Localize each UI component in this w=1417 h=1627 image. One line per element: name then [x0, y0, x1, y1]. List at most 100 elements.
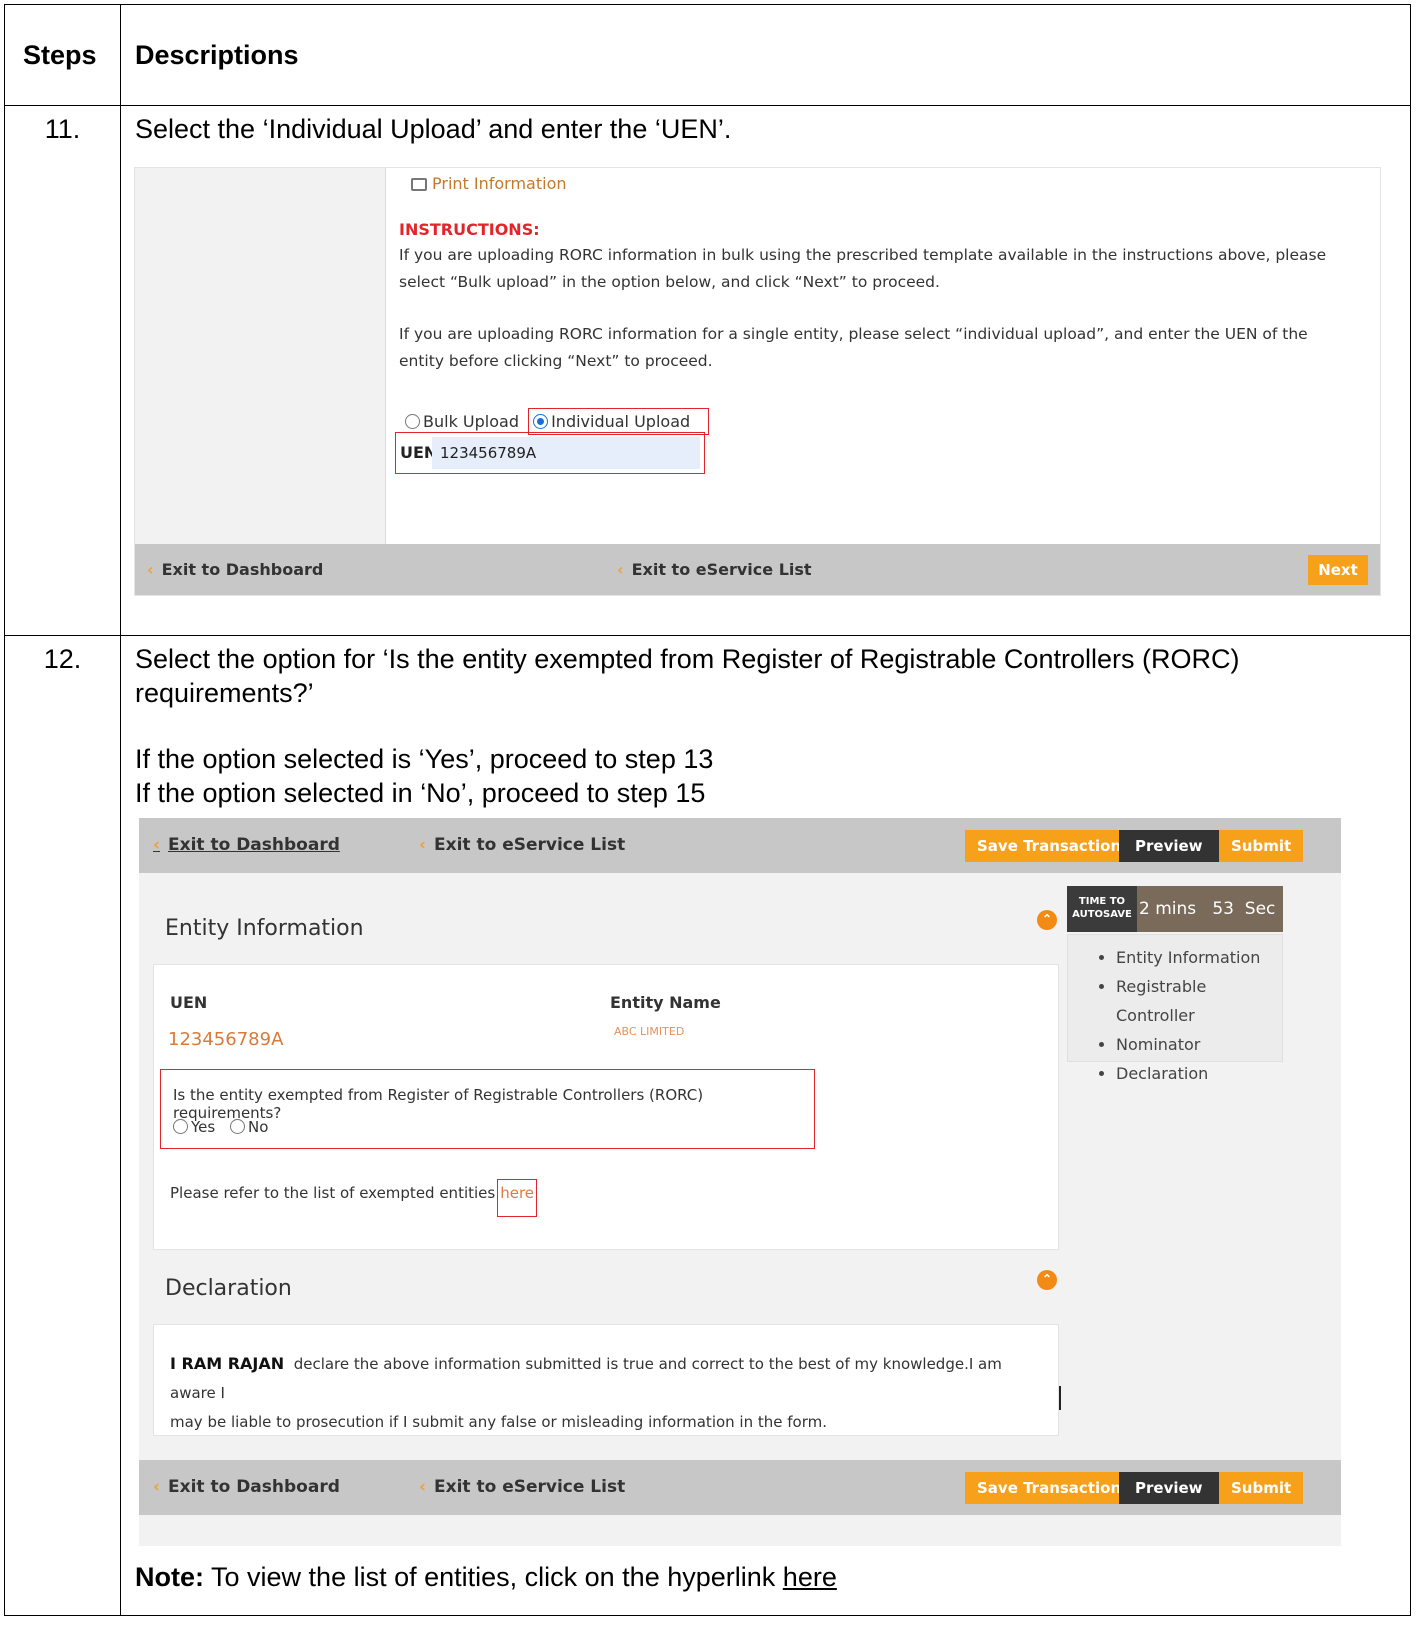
table-row: 12. Select the option for ‘Is the entity… [4, 635, 1411, 1616]
upload-type-options: Bulk Upload Individual Upload [405, 408, 710, 435]
individual-upload-label: Individual Upload [551, 412, 691, 431]
step-description: Select the option for ‘Is the entity exe… [120, 635, 1411, 1616]
exit-eservice-link[interactable]: ‹ Exit to eService List [419, 1477, 625, 1497]
upload-form: Print Information INSTRUCTIONS: If you a… [395, 168, 1369, 544]
timer-label: TIME TO AUTOSAVE [1067, 886, 1137, 932]
note: Note: To view the list of entities, clic… [135, 1562, 1396, 1593]
autosave-timer: TIME TO AUTOSAVE 2 mins 53 Sec [1067, 886, 1283, 932]
entity-card: UEN 123456789A Entity Name ABC LIMITED I… [153, 964, 1059, 1250]
header-steps: Steps [4, 4, 121, 106]
chevron-left-icon: ‹ [153, 835, 161, 855]
para-line: entity before clicking “Next” to proceed… [399, 352, 713, 370]
bulk-upload-option[interactable]: Bulk Upload [405, 412, 519, 431]
collapse-icon[interactable]: ⌃ [1037, 910, 1057, 930]
uen-input[interactable] [432, 437, 700, 469]
declaration-title: Declaration [165, 1276, 292, 1301]
instruction-document: Steps Descriptions 11. Select the ‘Indiv… [4, 4, 1411, 1627]
text-cursor [1059, 1386, 1065, 1410]
step-number: 12. [4, 635, 121, 1616]
no-radio[interactable] [230, 1119, 245, 1134]
step-yes-line: If the option selected is ‘Yes’, proceed… [135, 744, 714, 774]
steps-table: Steps Descriptions 11. Select the ‘Indiv… [4, 4, 1411, 1616]
exit-dashboard-label: Exit to Dashboard [168, 835, 340, 855]
collapse-icon[interactable]: ⌃ [1037, 1270, 1057, 1290]
step-text-line: Select the option for ‘Is the entity exe… [135, 644, 1240, 674]
yes-label: Yes [191, 1118, 216, 1136]
reference-text: Please refer to the list of exempted ent… [170, 1184, 496, 1202]
para-line: select “Bulk upload” in the option below… [399, 273, 940, 291]
toc-entity-information[interactable]: Entity Information [1116, 943, 1282, 972]
note-text: To view the list of entities, click on t… [211, 1562, 776, 1592]
header-descriptions: Descriptions [120, 4, 1411, 106]
chevron-left-icon: ‹ [147, 560, 154, 579]
exemption-options: Yes No [173, 1118, 268, 1136]
preview-button[interactable]: Preview [1119, 830, 1219, 862]
section-navigation: Entity Information Registrable Controlle… [1067, 934, 1283, 1083]
exit-dashboard-link[interactable]: ‹ Exit to Dashboard [153, 835, 340, 855]
submit-button[interactable]: Submit [1219, 830, 1304, 862]
step-text: Select the ‘Individual Upload’ and enter… [135, 114, 732, 144]
exit-eservice-link[interactable]: ‹ Exit to eService List [617, 560, 812, 579]
note-label: Note: [135, 1562, 204, 1592]
uen-value: 123456789A [168, 1029, 284, 1050]
exit-dashboard-label: Exit to Dashboard [168, 1477, 340, 1497]
uen-field-highlight: UEN [395, 432, 705, 474]
bulk-upload-label: Bulk Upload [423, 412, 519, 431]
yes-option[interactable]: Yes [173, 1118, 215, 1136]
chevron-left-icon: ‹ [617, 560, 624, 579]
declaration-line: may be liable to prosecution if I submit… [170, 1413, 828, 1431]
print-label: Print Information [432, 174, 567, 193]
timer-value: 2 mins 53 Sec [1139, 899, 1276, 919]
save-transaction-button[interactable]: Save Transaction [965, 1472, 1134, 1504]
yes-radio[interactable] [173, 1119, 188, 1134]
individual-upload-radio[interactable] [533, 414, 549, 429]
timer-label-line: AUTOSAVE [1072, 909, 1132, 920]
side-panel [135, 168, 386, 544]
entity-name-value: ABC LIMITED [614, 1025, 685, 1038]
toc-registrable-controller[interactable]: Registrable Controller [1116, 972, 1282, 1030]
preview-button[interactable]: Preview [1119, 1472, 1219, 1504]
top-nav-bar: ‹ Exit to Dashboard ‹ Exit to eService Lis… [139, 818, 1341, 873]
step-description: Select the ‘Individual Upload’ and enter… [120, 105, 1411, 636]
declaration-card: I RAM RAJAN declare the above informatio… [153, 1324, 1059, 1436]
step-number: 11. [4, 105, 121, 636]
printer-icon [411, 178, 427, 191]
exit-eservice-label: Exit to eService List [434, 1477, 626, 1497]
bottom-nav-bar: ‹ Exit to Dashboard ‹ Exit to eService Lis… [139, 1460, 1341, 1515]
form-screenshot: ‹ Exit to Dashboard ‹ Exit to eService Lis… [139, 818, 1341, 1546]
uen-label: UEN [170, 993, 208, 1012]
declarant-name: I RAM RAJAN [170, 1354, 285, 1373]
entity-information-title: Entity Information [165, 916, 364, 941]
individual-upload-option[interactable]: Individual Upload [528, 408, 710, 435]
save-transaction-button[interactable]: Save Transaction [965, 830, 1134, 862]
exemption-question-highlight: Is the entity exempted from Register of … [160, 1069, 815, 1149]
entities-hyperlink[interactable]: here [783, 1562, 837, 1592]
bulk-upload-radio[interactable] [405, 414, 420, 429]
declaration-text: I RAM RAJAN declare the above informatio… [170, 1349, 1050, 1437]
no-label: No [248, 1118, 269, 1136]
para-line: If you are uploading RORC information in… [399, 246, 1327, 264]
toc-nominator[interactable]: Nominator [1116, 1030, 1282, 1059]
exit-eservice-label: Exit to eService List [631, 560, 812, 579]
exit-eservice-link[interactable]: ‹ Exit to eService List [419, 835, 625, 855]
table-header-row: Steps Descriptions [4, 4, 1411, 106]
chevron-left-icon: ‹ [419, 1477, 427, 1497]
exemption-question: Is the entity exempted from Register of … [173, 1086, 704, 1122]
exempted-list-link[interactable]: here [497, 1179, 538, 1217]
print-information-link[interactable]: Print Information [411, 174, 567, 193]
next-button[interactable]: Next [1308, 555, 1368, 585]
exempted-list-reference: Please refer to the list of exempted ent… [170, 1179, 538, 1217]
instructions-para-2: If you are uploading RORC information fo… [399, 321, 1359, 375]
bottom-nav-bar: ‹ Exit to Dashboard ‹ Exit to eService Lis… [135, 544, 1380, 595]
exit-dashboard-link[interactable]: ‹ Exit to Dashboard [153, 1477, 340, 1497]
no-option[interactable]: No [230, 1118, 268, 1136]
chevron-left-icon: ‹ [419, 835, 427, 855]
toc-declaration[interactable]: Declaration [1116, 1059, 1282, 1088]
para-line: If you are uploading RORC information fo… [399, 325, 1308, 343]
exit-eservice-label: Exit to eService List [434, 835, 626, 855]
timer-label-line: TIME TO [1078, 896, 1126, 907]
submit-button[interactable]: Submit [1219, 1472, 1304, 1504]
exit-dashboard-link[interactable]: ‹ Exit to Dashboard [147, 560, 323, 579]
step-no-line: If the option selected in ‘No’, proceed … [135, 778, 706, 808]
table-row: 11. Select the ‘Individual Upload’ and e… [4, 105, 1411, 636]
